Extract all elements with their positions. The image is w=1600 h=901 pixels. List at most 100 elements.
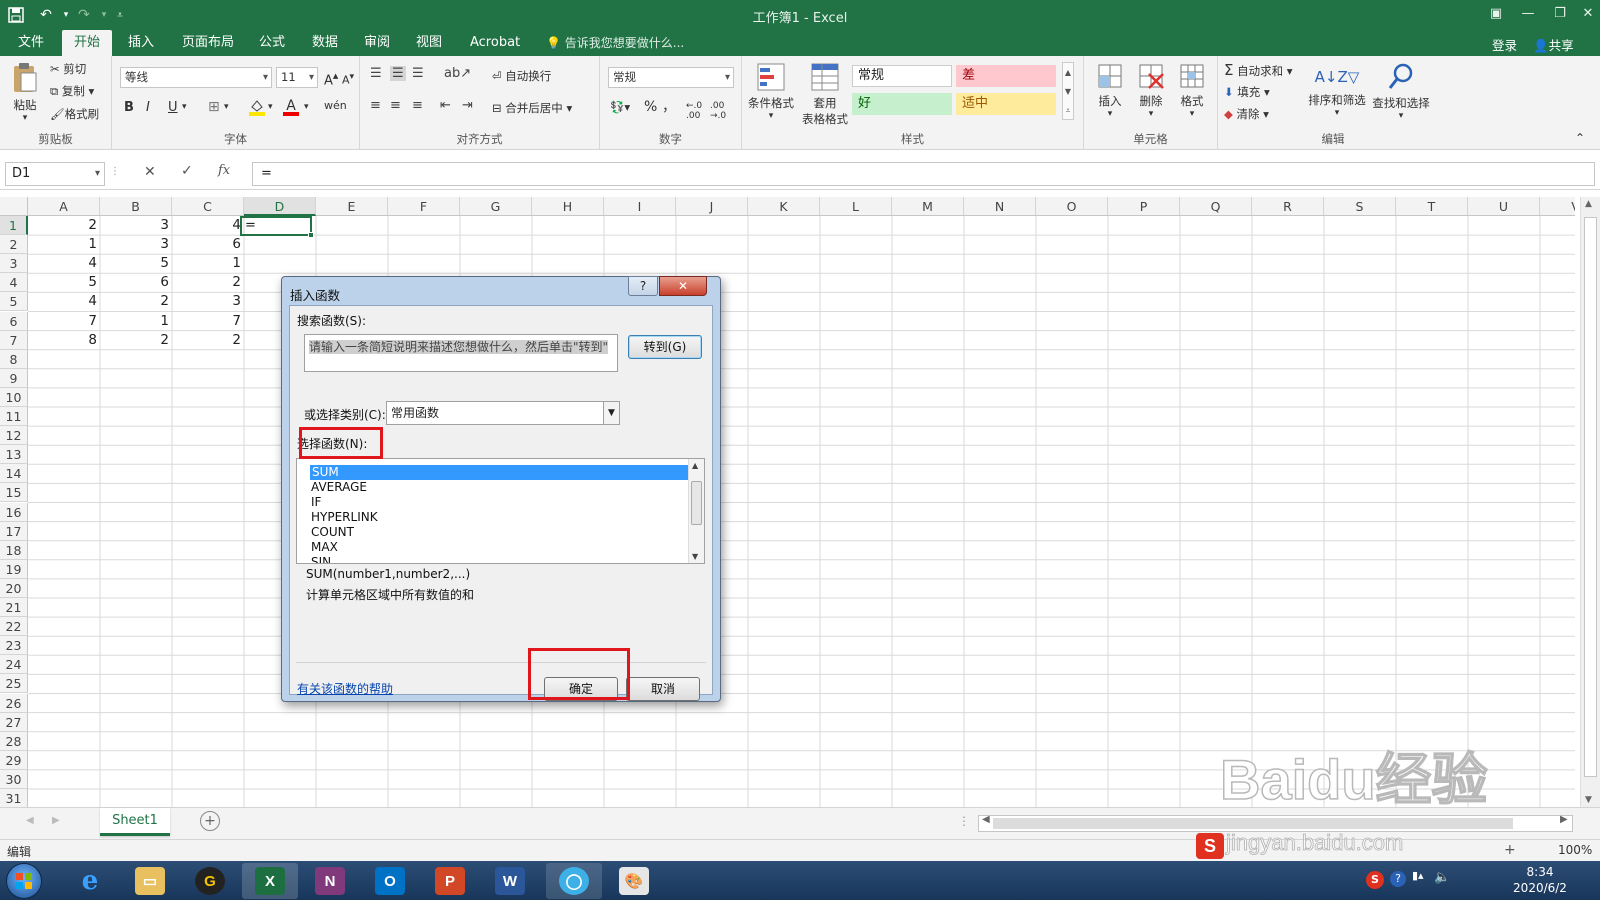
tab-review[interactable]: 审阅 — [352, 30, 402, 56]
tab-data[interactable]: 数据 — [300, 30, 350, 56]
row-header-11[interactable]: 11 — [0, 407, 28, 427]
row-header-20[interactable]: 20 — [0, 578, 28, 598]
increase-indent-icon[interactable]: ⇥ — [462, 98, 473, 113]
paste-button[interactable]: 粘贴 ▾ — [8, 62, 42, 123]
formula-input[interactable]: = — [252, 162, 1595, 186]
border-dropdown-icon[interactable]: ▾ — [224, 102, 229, 112]
row-header-10[interactable]: 10 — [0, 387, 28, 407]
format-cells-button[interactable]: 格式 ▾ — [1172, 62, 1212, 119]
active-cell-d1[interactable]: = — [240, 216, 314, 238]
cell-a7[interactable]: 8 — [28, 331, 100, 350]
cell-a2[interactable]: 1 — [28, 235, 100, 254]
row-header-27[interactable]: 27 — [0, 712, 28, 732]
next-sheet-icon[interactable]: ▶ — [52, 815, 60, 826]
vertical-scrollbar[interactable]: ▲ ▼ — [1580, 197, 1600, 807]
fill-color-icon[interactable] — [248, 98, 266, 116]
column-header-o[interactable]: O — [1036, 197, 1108, 216]
row-header-22[interactable]: 22 — [0, 617, 28, 637]
scroll-left-icon[interactable]: ◀ — [982, 814, 990, 825]
hscroll-thumb[interactable] — [993, 818, 1513, 829]
scroll-thumb[interactable] — [1584, 217, 1597, 777]
row-header-28[interactable]: 28 — [0, 731, 28, 751]
cell-c2[interactable]: 6 — [172, 235, 244, 254]
grow-font-icon[interactable]: A▴ — [324, 69, 338, 88]
insert-cells-button[interactable]: 插入 ▾ — [1090, 62, 1130, 119]
cell-b7[interactable]: 2 — [100, 331, 172, 350]
column-header-b[interactable]: B — [100, 197, 172, 216]
fill-button[interactable]: ⬇ 填充 ▾ — [1224, 84, 1270, 100]
row-header-19[interactable]: 19 — [0, 559, 28, 579]
taskbar-app-g[interactable]: G — [182, 863, 238, 899]
bold-button[interactable]: B — [124, 100, 134, 115]
insert-function-icon[interactable]: fx — [218, 163, 230, 178]
column-header-q[interactable]: Q — [1180, 197, 1252, 216]
zoom-in-icon[interactable]: + — [1504, 842, 1516, 858]
scroll-up-icon[interactable]: ▲ — [1585, 199, 1592, 209]
scroll-up-icon[interactable]: ▲ — [692, 461, 698, 470]
column-header-p[interactable]: P — [1108, 197, 1180, 216]
clear-button[interactable]: ◆ 清除 ▾ — [1224, 106, 1269, 122]
column-header-s[interactable]: S — [1324, 197, 1396, 216]
find-select-button[interactable]: 查找和选择 ▾ — [1370, 62, 1432, 121]
function-item-sum[interactable]: SUM — [310, 465, 690, 480]
minimize-icon[interactable]: — — [1512, 0, 1544, 26]
taskbar-powerpoint[interactable]: P — [422, 863, 478, 899]
category-select[interactable]: 常用函数 ▼ — [386, 401, 620, 425]
close-icon[interactable]: ✕ — [1572, 0, 1600, 26]
wrap-text-button[interactable]: ⏎ 自动换行 — [492, 68, 551, 84]
column-header-u[interactable]: U — [1468, 197, 1540, 216]
scroll-down-icon[interactable]: ▼ — [1585, 795, 1592, 805]
function-item-max[interactable]: MAX — [311, 540, 338, 555]
sheet-tab-sheet1[interactable]: Sheet1 — [100, 808, 170, 836]
taskbar-browser[interactable]: ◯ — [546, 863, 602, 899]
style-normal[interactable]: 常规 — [852, 65, 952, 87]
go-button[interactable]: 转到(G) — [628, 335, 702, 359]
font-color-icon[interactable]: A — [282, 98, 300, 116]
cell-c5[interactable]: 3 — [172, 292, 244, 311]
cell-c6[interactable]: 7 — [172, 312, 244, 331]
ime-icon[interactable]: S — [1366, 871, 1384, 889]
delete-cells-button[interactable]: 删除 ▾ — [1131, 62, 1171, 119]
cell-c1[interactable]: 4 — [172, 216, 244, 235]
column-header-j[interactable]: J — [676, 197, 748, 216]
row-header-9[interactable]: 9 — [0, 368, 28, 388]
style-neutral[interactable]: 适中 — [956, 93, 1056, 115]
underline-dropdown-icon[interactable]: ▾ — [182, 102, 187, 112]
tab-file[interactable]: 文件 — [6, 30, 56, 56]
taskbar-excel[interactable]: X — [242, 863, 298, 899]
column-header-k[interactable]: K — [748, 197, 820, 216]
border-icon[interactable]: ⊞ — [208, 99, 220, 115]
sort-filter-button[interactable]: A↓Z▽ 排序和筛选 ▾ — [1306, 62, 1368, 118]
column-header-m[interactable]: M — [892, 197, 964, 216]
function-list-thumb[interactable] — [691, 481, 702, 525]
fill-handle[interactable] — [308, 232, 314, 238]
column-header-r[interactable]: R — [1252, 197, 1324, 216]
system-clock[interactable]: 8:34 2020/6/2 — [1490, 864, 1590, 896]
comma-button[interactable]: ， — [662, 96, 676, 116]
taskbar-ie[interactable]: e — [62, 863, 118, 899]
column-header-a[interactable]: A — [28, 197, 100, 216]
sogou-ime-icon[interactable]: S — [1196, 833, 1224, 859]
column-header-i[interactable]: I — [604, 197, 676, 216]
column-header-h[interactable]: H — [532, 197, 604, 216]
function-item-average[interactable]: AVERAGE — [311, 480, 367, 495]
cell-b5[interactable]: 2 — [100, 292, 172, 311]
cell-c7[interactable]: 2 — [172, 331, 244, 350]
search-function-input[interactable]: 请输入一条简短说明来描述您想做什么，然后单击"转到" — [304, 334, 618, 372]
row-header-29[interactable]: 29 — [0, 750, 28, 770]
tab-page-layout[interactable]: 页面布局 — [170, 30, 246, 56]
cell-b4[interactable]: 6 — [100, 273, 172, 292]
cell-b1[interactable]: 3 — [100, 216, 172, 235]
function-list-scrollbar[interactable]: ▲ ▼ — [688, 459, 704, 563]
start-button-icon[interactable] — [6, 863, 42, 899]
tab-acrobat[interactable]: Acrobat — [458, 30, 532, 56]
taskbar-explorer[interactable]: ▭ — [122, 863, 178, 899]
row-header-17[interactable]: 17 — [0, 521, 28, 541]
cancel-button[interactable]: 取消 — [626, 677, 700, 701]
function-item-hyperlink[interactable]: HYPERLINK — [311, 510, 378, 525]
row-header-30[interactable]: 30 — [0, 769, 28, 789]
copy-button[interactable]: ⧉ 复制 ▾ — [50, 83, 94, 99]
row-header-18[interactable]: 18 — [0, 540, 28, 560]
row-header-16[interactable]: 16 — [0, 502, 28, 522]
row-header-31[interactable]: 31 — [0, 789, 28, 807]
